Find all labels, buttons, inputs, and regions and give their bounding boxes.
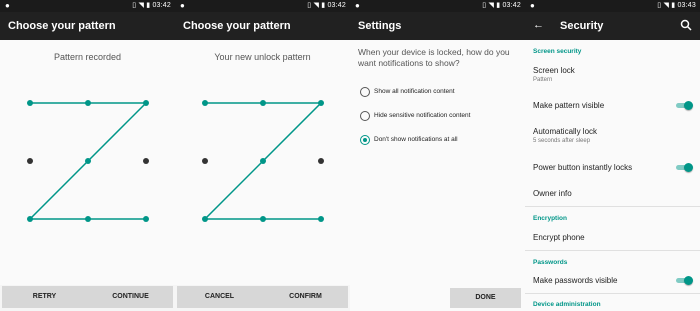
notification-question: When your device is locked, how do you w…	[358, 47, 510, 68]
button-bar: RETRY CONTINUE	[2, 286, 173, 308]
setting-title: Power button instantly locks	[533, 163, 633, 172]
battery-icon: ▮	[496, 2, 501, 9]
screen-new-unlock-pattern: ● ▯ ◥ ▮ 03:42 Choose your pattern Your n…	[175, 0, 350, 311]
battery-icon: ▮	[321, 2, 326, 9]
pattern-dot	[143, 100, 149, 106]
status-time: 03:42	[327, 2, 346, 9]
vibrate-icon: ▯	[307, 2, 312, 9]
page-title: Choose your pattern	[183, 20, 291, 32]
divider	[525, 293, 700, 294]
category-passwords: Passwords	[533, 259, 568, 266]
setting-summary: 5 seconds after sleep	[533, 138, 591, 144]
passwords-visible-toggle[interactable]	[676, 276, 693, 285]
pattern-dot	[85, 158, 91, 164]
radio-option-dont-show[interactable]: Don't show notifications at all	[360, 134, 520, 148]
battery-icon: ▮	[146, 2, 151, 9]
status-bar: ● ▯ ◥ ▮ 03:43	[525, 0, 700, 12]
pattern-dot	[85, 216, 91, 222]
done-button[interactable]: DONE	[450, 288, 521, 308]
pattern-dot	[143, 216, 149, 222]
status-bar: ● ▯ ◥ ▮ 03:42	[0, 0, 175, 12]
pattern-dot	[318, 158, 324, 164]
radio-button[interactable]	[360, 87, 370, 97]
pattern-dot	[318, 216, 324, 222]
app-bar: Settings	[350, 12, 525, 40]
lightbulb-icon: ●	[5, 1, 10, 10]
radio-option-hide-sensitive[interactable]: Hide sensitive notification content	[360, 110, 520, 124]
app-bar: ← Security	[525, 12, 700, 40]
radio-option-show-all[interactable]: Show all notification content	[360, 86, 520, 100]
battery-icon: ▮	[671, 2, 676, 9]
pattern-dot	[318, 100, 324, 106]
lightbulb-icon: ●	[355, 1, 360, 10]
pattern-dot	[202, 100, 208, 106]
power-button-lock-toggle[interactable]	[676, 163, 693, 172]
pattern-message: Pattern recorded	[53, 52, 122, 62]
vibrate-icon: ▯	[657, 2, 662, 9]
divider	[525, 250, 700, 251]
confirm-button[interactable]: CONFIRM	[263, 286, 348, 308]
status-time: 03:43	[677, 2, 696, 9]
pattern-dot	[202, 216, 208, 222]
radio-label: Show all notification content	[374, 88, 455, 95]
no-signal-icon: ◥	[488, 2, 495, 9]
divider	[525, 206, 700, 207]
pattern-message: Your new unlock pattern	[214, 52, 311, 62]
app-bar: Choose your pattern	[175, 12, 350, 40]
pattern-dot	[260, 158, 266, 164]
lightbulb-icon: ●	[530, 1, 535, 10]
setting-summary: Pattern	[533, 77, 553, 83]
security-settings-list: Screen security Screen lock Pattern Make…	[525, 40, 700, 311]
screen-notification-settings: ● ▯ ◥ ▮ 03:42 Settings When your device …	[350, 0, 525, 311]
pattern-grid[interactable]	[20, 92, 155, 232]
setting-title: Make pattern visible	[533, 101, 605, 110]
vibrate-icon: ▯	[132, 2, 137, 9]
pattern-dot	[202, 158, 208, 164]
status-time: 03:42	[152, 2, 171, 9]
screen-pattern-recorded: ● ▯ ◥ ▮ 03:42 Choose your pattern Patter…	[0, 0, 175, 311]
lightbulb-icon: ●	[180, 1, 185, 10]
radio-button[interactable]	[360, 135, 370, 145]
pattern-dot	[27, 158, 33, 164]
radio-label: Hide sensitive notification content	[374, 112, 471, 119]
back-arrow-icon[interactable]: ←	[533, 19, 544, 31]
pattern-grid[interactable]	[195, 92, 330, 232]
pattern-dot	[143, 158, 149, 164]
category-encryption: Encryption	[533, 215, 567, 222]
retry-button[interactable]: RETRY	[2, 286, 87, 308]
status-bar: ● ▯ ◥ ▮ 03:42	[350, 0, 525, 12]
page-title: Security	[560, 20, 604, 32]
cancel-button[interactable]: CANCEL	[177, 286, 262, 308]
continue-button[interactable]: CONTINUE	[88, 286, 173, 308]
vibrate-icon: ▯	[482, 2, 487, 9]
status-time: 03:42	[502, 2, 521, 9]
status-bar: ● ▯ ◥ ▮ 03:42	[175, 0, 350, 12]
setting-title: Automatically lock	[533, 127, 598, 136]
category-screen-security: Screen security	[533, 48, 582, 55]
pattern-dot	[260, 100, 266, 106]
button-bar: CANCEL CONFIRM	[177, 286, 348, 308]
pattern-visible-toggle[interactable]	[676, 101, 693, 110]
pattern-dot	[27, 216, 33, 222]
setting-owner-info[interactable]: Owner info	[533, 189, 572, 198]
radio-button[interactable]	[360, 111, 370, 121]
no-signal-icon: ◥	[663, 2, 670, 9]
app-bar: Choose your pattern	[0, 12, 175, 40]
setting-title: Screen lock	[533, 66, 575, 75]
pattern-dot	[260, 216, 266, 222]
setting-encrypt-phone[interactable]: Encrypt phone	[533, 233, 585, 242]
radio-label: Don't show notifications at all	[374, 136, 458, 143]
category-device-administration: Device administration	[533, 301, 601, 308]
search-icon[interactable]	[680, 19, 692, 31]
pattern-dot	[85, 100, 91, 106]
pattern-dot	[27, 100, 33, 106]
page-title: Settings	[358, 20, 402, 32]
no-signal-icon: ◥	[138, 2, 145, 9]
page-title: Choose your pattern	[8, 20, 116, 32]
no-signal-icon: ◥	[313, 2, 320, 9]
setting-title: Make passwords visible	[533, 276, 618, 285]
